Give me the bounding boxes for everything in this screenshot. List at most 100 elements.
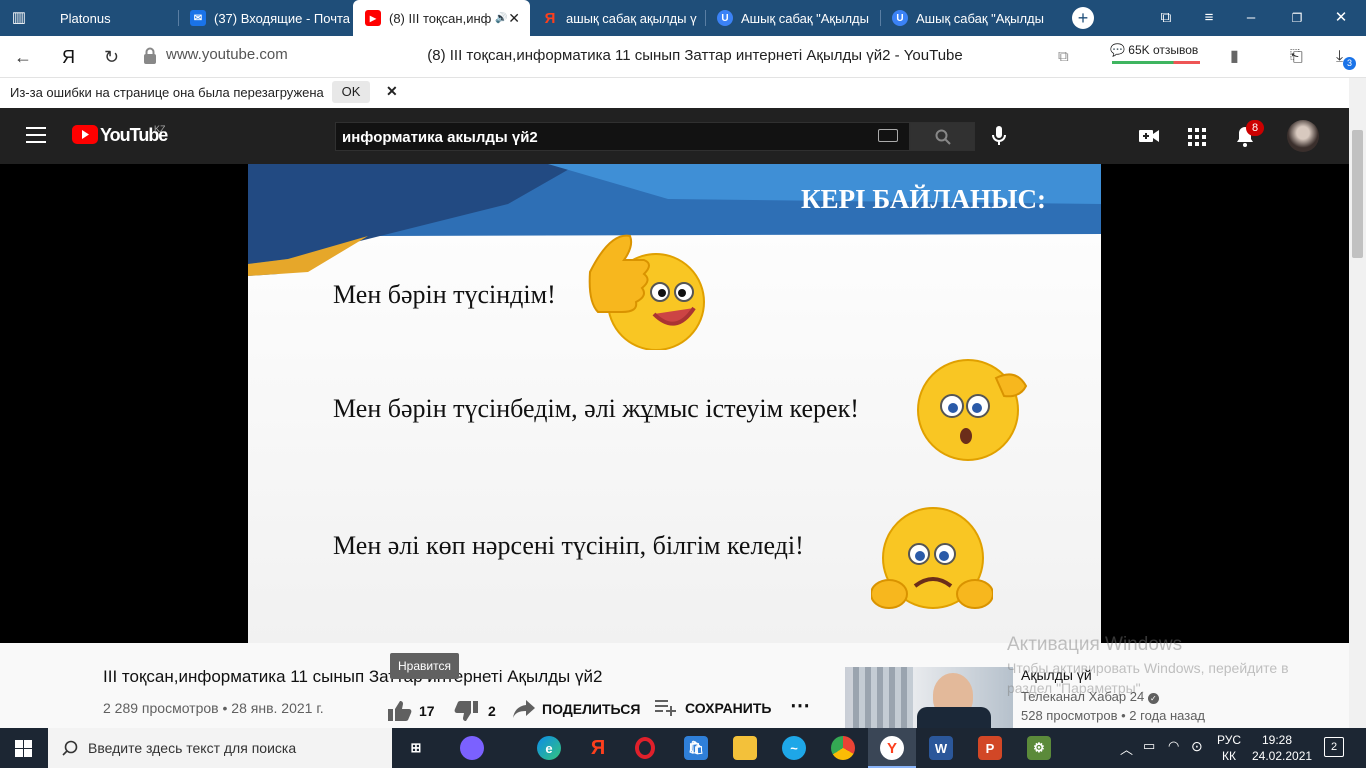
back-icon[interactable]: ← <box>14 47 32 67</box>
taskbar-search-box[interactable]: Введите здесь текст для поиска <box>48 728 392 768</box>
share-button[interactable]: ПОДЕЛИТЬСЯ <box>513 700 640 718</box>
address-bar: ← Я ↻ www.youtube.com (8) III тоқсан,инф… <box>0 36 1366 78</box>
yandex-icon[interactable]: Я <box>586 736 610 760</box>
store-icon[interactable]: 🛍 <box>684 736 708 760</box>
tab-label: Ашық сабақ "Ақылды <box>741 10 869 26</box>
downloads-icon[interactable]: ⤓ <box>1336 47 1343 67</box>
menu-icon[interactable]: ≡ <box>1200 9 1218 27</box>
tab-label: ашық сабақ ақылды ү <box>566 10 697 26</box>
playlist-add-icon <box>655 700 676 716</box>
tray-chevron-icon[interactable]: ︿ <box>1120 739 1133 758</box>
downloads-badge: 3 <box>1343 57 1356 70</box>
taskbar-search-placeholder: Введите здесь текст для поиска <box>88 740 297 756</box>
word-icon[interactable]: W <box>929 736 953 760</box>
search-input[interactable]: информатика акылды үй2 <box>335 122 910 151</box>
recommended-channel[interactable]: Телеканал Хабар 24 ✓ <box>1021 689 1159 704</box>
video-meta: 2 289 просмотров • 28 янв. 2021 г. <box>103 700 324 716</box>
reviews-widget[interactable]: 💬 65K отзывов <box>1110 43 1198 57</box>
tabs-menu-icon[interactable]: ▥ <box>10 9 28 27</box>
microphone-icon[interactable] <box>990 125 1008 152</box>
recommended-video-thumbnail[interactable] <box>845 667 1013 728</box>
search-button[interactable] <box>910 122 975 151</box>
tab-platonus[interactable]: Platonus <box>48 0 178 36</box>
tab-youtube-active[interactable]: ▶ (8) III тоқсан,инф 🔊 ✕ <box>353 0 530 36</box>
info-message: Из-за ошибки на странице она была переза… <box>10 85 324 100</box>
tab-label: Platonus <box>60 10 111 26</box>
apps-grid-icon[interactable] <box>1188 128 1206 151</box>
search-icon <box>935 129 951 145</box>
like-button[interactable]: 17 <box>388 700 435 722</box>
video-player[interactable]: КЕРІ БАЙЛАНЫС: Мен бәрін түсіндім! Мен б… <box>0 164 1349 643</box>
tab-ucoz-2[interactable]: U Ашық сабақ "Ақылды <box>880 0 1055 36</box>
notification-center-icon[interactable]: 2 <box>1324 737 1344 757</box>
upload-date: 28 янв. 2021 г. <box>231 700 324 716</box>
youtube-logo-icon[interactable] <box>72 125 98 144</box>
search-icon <box>62 740 78 756</box>
slide-line-2: Мен бәрін түсінбедім, әлі жұмыс істеуім … <box>333 394 859 423</box>
ok-button[interactable]: OK <box>332 81 370 103</box>
opera-icon[interactable] <box>635 737 655 759</box>
minimize-icon[interactable]: – <box>1242 9 1260 27</box>
page-title: (8) III тоқсан,информатика 11 сынып Затт… <box>427 47 963 64</box>
more-actions-icon[interactable]: ⋯ <box>790 693 810 718</box>
create-video-icon[interactable] <box>1139 128 1159 149</box>
hamburger-menu-icon[interactable] <box>26 127 46 143</box>
recommended-age: 2 года назад <box>1129 708 1206 723</box>
tab-ucoz-1[interactable]: U Ашық сабақ "Ақылды <box>705 0 880 36</box>
bookmark-icon[interactable]: ▮ <box>1230 47 1239 67</box>
tab-mail[interactable]: ✉ (37) Входящие - Почта <box>178 0 353 36</box>
yandex-browser-icon[interactable]: Y <box>880 736 904 760</box>
scrollbar-thumb[interactable] <box>1352 130 1363 258</box>
app-icon[interactable]: ⚙ <box>1027 736 1051 760</box>
browser-tab-bar: ▥ Platonus ✉ (37) Входящие - Почта ▶ (8)… <box>0 0 1366 36</box>
slide-line-1: Мен бәрін түсіндім! <box>333 280 556 309</box>
url-field[interactable]: www.youtube.com <box>166 46 288 63</box>
file-explorer-icon[interactable] <box>733 736 757 760</box>
chrome-icon[interactable] <box>831 736 855 760</box>
mail-client-icon[interactable]: ~ <box>782 736 806 760</box>
avatar[interactable] <box>1287 120 1319 152</box>
bookmarks-panel-icon[interactable]: ⧉ <box>1157 9 1175 27</box>
wifi-icon[interactable]: ◠ <box>1168 738 1179 754</box>
language-indicator[interactable]: РУС КК <box>1214 732 1244 764</box>
close-tab-icon[interactable]: ✕ <box>508 10 520 27</box>
restore-icon[interactable]: ❐ <box>1288 9 1306 27</box>
close-window-icon[interactable]: ✕ <box>1332 9 1350 27</box>
video-info-section: III тоқсан,информатика 11 сынып Заттар и… <box>0 634 1349 728</box>
dislike-button[interactable]: 2 <box>454 700 496 722</box>
powerpoint-icon[interactable]: P <box>978 736 1002 760</box>
recommended-title[interactable]: Ақылды үй <box>1021 667 1092 683</box>
alice-assistant-icon[interactable] <box>460 736 484 760</box>
notification-count-badge: 8 <box>1246 120 1264 136</box>
recommended-views: 528 просмотров <box>1021 708 1118 723</box>
windows-start-icon[interactable] <box>15 740 32 762</box>
tab-copy-icon[interactable]: ⧉ <box>1058 47 1069 67</box>
slide-line-3: Мен әлі көп нәрсені түсініп, білгім келе… <box>333 531 804 560</box>
clock[interactable]: 19:28 24.02.2021 <box>1252 732 1312 764</box>
task-view-icon[interactable]: ⊞ <box>404 736 428 760</box>
keyboard-icon[interactable] <box>878 129 898 142</box>
tab-yandex[interactable]: Я ашық сабақ ақылды ү <box>530 0 705 36</box>
video-title: III тоқсан,информатика 11 сынып Заттар и… <box>103 667 603 686</box>
reviews-count: 65K отзывов <box>1128 43 1199 57</box>
yandex-icon: Я <box>544 9 556 27</box>
confused-smiley-icon <box>917 359 1028 461</box>
youtube-icon: ▶ <box>365 10 381 26</box>
save-button[interactable]: СОХРАНИТЬ <box>655 700 771 716</box>
reload-icon[interactable]: ↻ <box>104 47 119 67</box>
speaker-icon: 🔊 <box>495 12 508 24</box>
close-info-icon[interactable]: ✕ <box>386 83 398 100</box>
battery-icon[interactable]: ▭ <box>1143 738 1155 754</box>
tab-label: Ашық сабақ "Ақылды <box>916 10 1044 26</box>
lock-icon[interactable] <box>143 47 159 67</box>
view-count: 2 289 просмотров <box>103 700 219 716</box>
mail-icon: ✉ <box>190 10 206 26</box>
edge-icon[interactable]: e <box>537 736 561 760</box>
extensions-icon[interactable]: ⎗ <box>1290 47 1303 67</box>
new-tab-button[interactable]: + <box>1072 7 1094 29</box>
language-top: РУС <box>1216 733 1242 747</box>
windows-taskbar: Введите здесь текст для поиска ⊞ e Я 🛍 ~… <box>0 728 1366 768</box>
ucoz-icon: U <box>717 10 733 26</box>
sync-icon[interactable]: ⊙ <box>1191 738 1203 755</box>
yandex-logo-icon[interactable]: Я <box>62 47 75 67</box>
